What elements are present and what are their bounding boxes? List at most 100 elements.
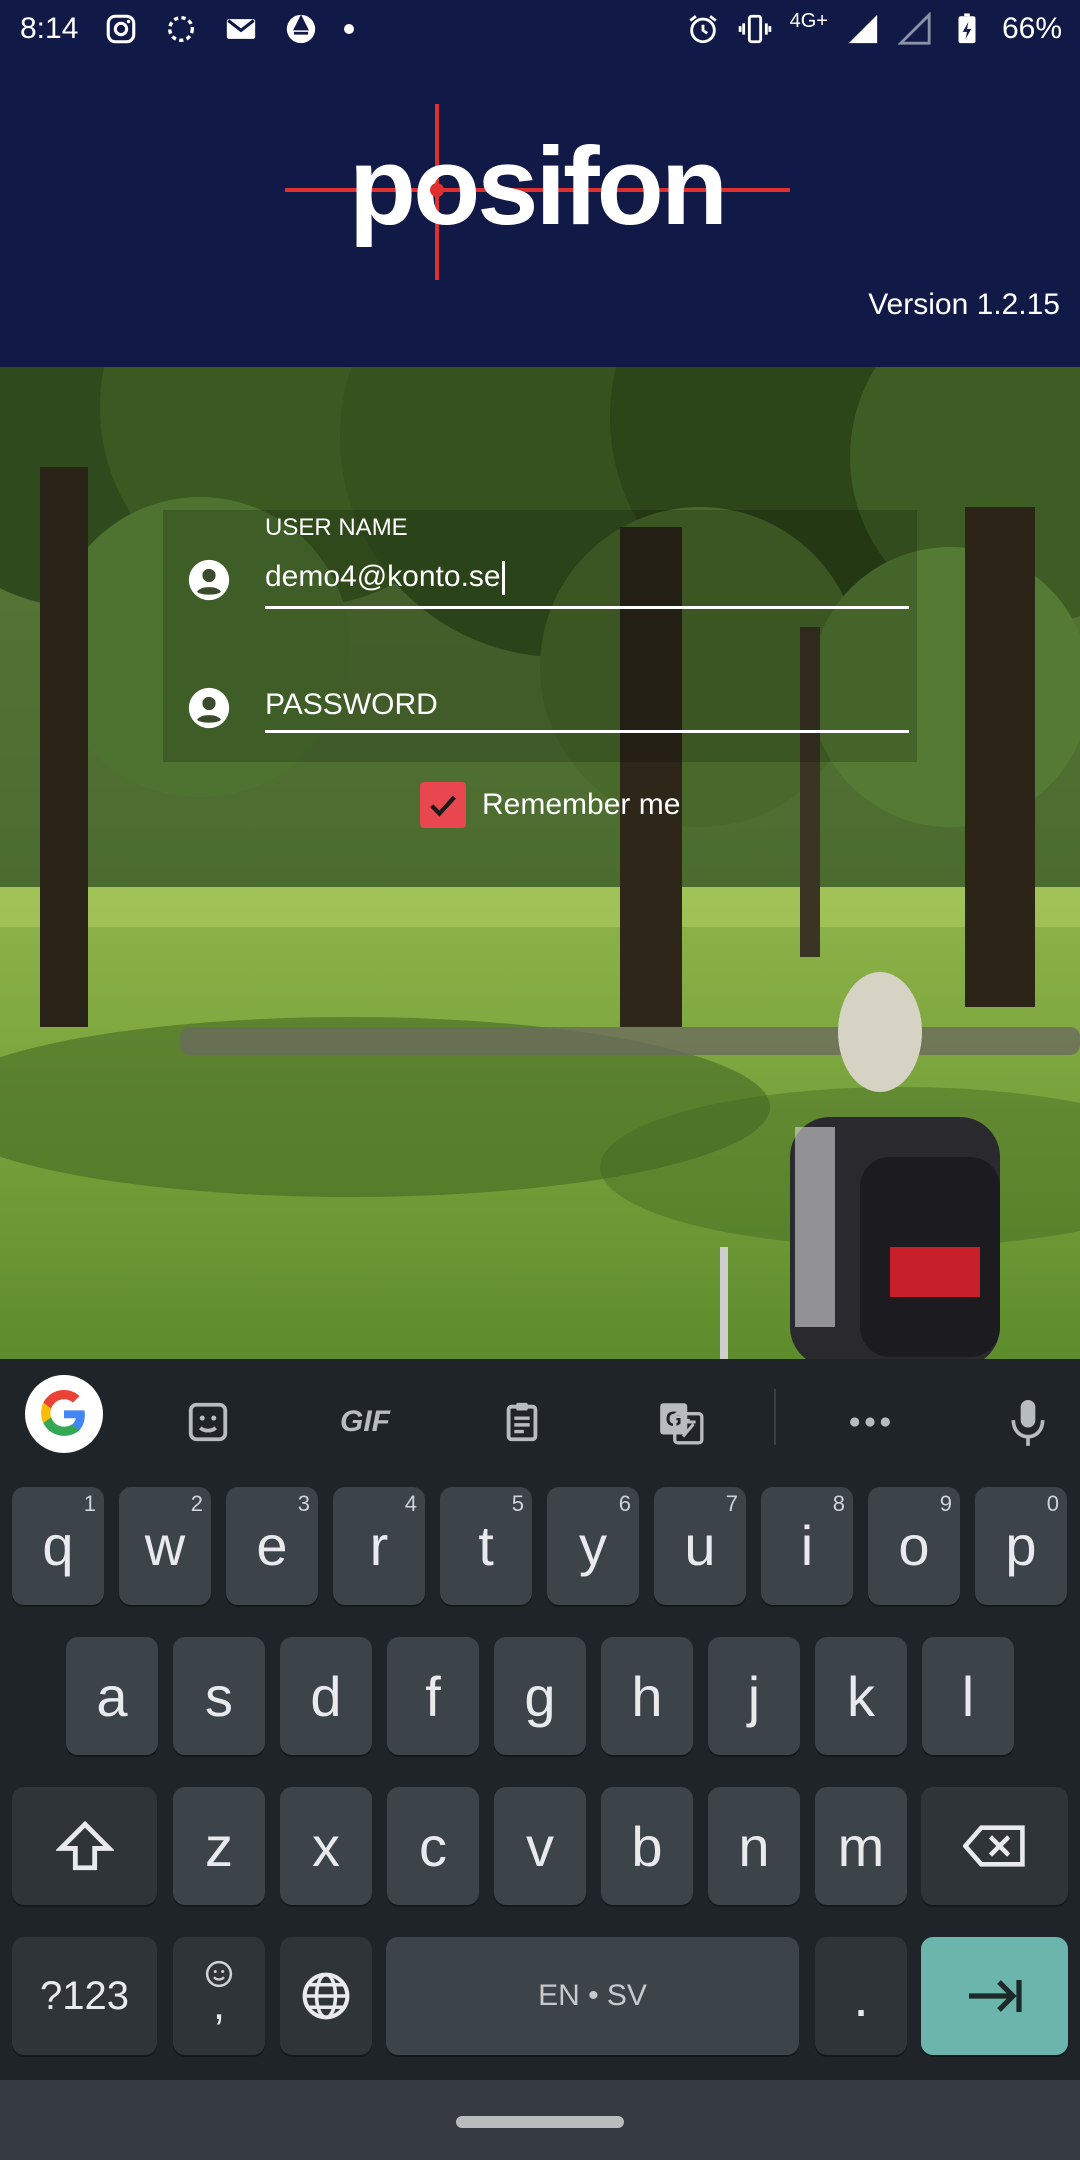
key-y[interactable]: y6 — [547, 1487, 639, 1605]
network-type: 4G+ — [789, 9, 828, 32]
key-g[interactable]: g — [494, 1637, 586, 1755]
shift-key[interactable] — [12, 1787, 157, 1905]
period-key[interactable]: . — [815, 1937, 907, 2055]
home-gesture-pill[interactable] — [456, 2116, 624, 2128]
key-s[interactable]: s — [173, 1637, 265, 1755]
shift-icon — [55, 1820, 114, 1871]
key-label: r — [369, 1514, 389, 1577]
key-label: q — [42, 1514, 74, 1577]
key-e[interactable]: e3 — [226, 1487, 318, 1605]
key-number-hint: 5 — [511, 1491, 524, 1516]
instagram-icon — [107, 14, 136, 44]
gmail-icon — [227, 19, 256, 39]
user-icon — [188, 559, 230, 601]
remember-me-label: Remember me — [482, 788, 681, 821]
login-form: USER NAME demo4@konto.se PASSWORD — [163, 510, 917, 762]
clipboard-icon[interactable] — [497, 1397, 547, 1447]
backspace-icon — [962, 1825, 1025, 1867]
key-label: y — [579, 1514, 607, 1577]
key-l[interactable]: l — [922, 1637, 1014, 1755]
keyboard-toolbar: GIF G — [0, 1359, 1080, 1474]
checkbox-checked[interactable] — [420, 782, 466, 828]
key-label: t — [478, 1514, 494, 1577]
key-label: u — [684, 1514, 716, 1577]
key-z[interactable]: z — [173, 1787, 265, 1905]
battery-percent: 66% — [1001, 12, 1062, 45]
key-b[interactable]: b — [601, 1787, 693, 1905]
key-number-hint: 8 — [832, 1491, 845, 1516]
key-h[interactable]: h — [601, 1637, 693, 1755]
signal-empty-icon — [897, 12, 931, 45]
next-key[interactable] — [921, 1937, 1068, 2055]
comma-key[interactable]: , — [173, 1937, 265, 2055]
alarm-icon — [688, 15, 717, 44]
password-input[interactable]: PASSWORD — [265, 688, 438, 722]
key-number-hint: 1 — [83, 1491, 96, 1516]
username-label: USER NAME — [265, 514, 408, 541]
key-number-hint: 2 — [190, 1491, 203, 1516]
check-icon — [430, 795, 456, 817]
comma-label: , — [212, 1980, 226, 2029]
mic-icon[interactable] — [1003, 1397, 1053, 1447]
toolbar-separator — [774, 1389, 776, 1445]
key-number-hint: 3 — [297, 1491, 310, 1516]
key-v[interactable]: v — [494, 1787, 586, 1905]
version-label: Version 1.2.15 — [868, 288, 1060, 321]
key-w[interactable]: w2 — [119, 1487, 211, 1605]
key-c[interactable]: c — [387, 1787, 479, 1905]
key-label: i — [800, 1514, 814, 1577]
key-number-hint: 4 — [404, 1491, 417, 1516]
battery-charging-icon — [958, 13, 976, 44]
posifon-logo: posifon — [285, 104, 790, 280]
loading-icon — [168, 15, 195, 43]
tab-next-icon — [968, 1980, 1022, 2012]
more-icon[interactable] — [845, 1397, 895, 1447]
signal-icon — [848, 14, 878, 44]
key-o[interactable]: o9 — [868, 1487, 960, 1605]
key-u[interactable]: u7 — [654, 1487, 746, 1605]
google-icon[interactable] — [25, 1375, 103, 1453]
password-underline — [265, 730, 909, 733]
shutter-icon — [287, 14, 316, 44]
status-bar: 8:14 4G+ 66% — [0, 0, 1080, 62]
key-f[interactable]: f — [387, 1637, 479, 1755]
text-cursor — [501, 561, 505, 596]
key-k[interactable]: k — [815, 1637, 907, 1755]
language-key[interactable] — [280, 1937, 372, 2055]
key-r[interactable]: r4 — [333, 1487, 425, 1605]
remember-me-checkbox[interactable]: Remember me — [420, 782, 680, 828]
key-number-hint: 0 — [1046, 1491, 1059, 1516]
key-p[interactable]: p0 — [975, 1487, 1067, 1605]
key-n[interactable]: n — [708, 1787, 800, 1905]
key-number-hint: 7 — [725, 1491, 738, 1516]
username-input[interactable]: demo4@konto.se — [265, 560, 505, 596]
key-q[interactable]: q1 — [12, 1487, 104, 1605]
username-underline — [265, 606, 909, 609]
key-label: w — [144, 1514, 186, 1577]
key-t[interactable]: t5 — [440, 1487, 532, 1605]
key-number-hint: 9 — [939, 1491, 952, 1516]
key-label: o — [898, 1514, 930, 1577]
key-x[interactable]: x — [280, 1787, 372, 1905]
gif-button[interactable]: GIF — [330, 1397, 400, 1447]
globe-icon — [302, 1972, 350, 2020]
key-d[interactable]: d — [280, 1637, 372, 1755]
backspace-key[interactable] — [921, 1787, 1068, 1905]
sticker-icon[interactable] — [183, 1397, 233, 1447]
key-a[interactable]: a — [66, 1637, 158, 1755]
logo-text: posifon — [349, 125, 725, 248]
status-time: 8:14 — [20, 12, 79, 45]
password-field[interactable]: PASSWORD — [163, 640, 917, 766]
key-label: e — [256, 1514, 288, 1577]
translate-icon[interactable]: G — [656, 1397, 706, 1447]
username-value: demo4@konto.se — [265, 560, 501, 593]
vibrate-icon — [738, 14, 771, 44]
app-header: posifon Version 1.2.15 — [0, 62, 1080, 367]
key-j[interactable]: j — [708, 1637, 800, 1755]
navigation-bar — [0, 2080, 1080, 2160]
symbols-key[interactable]: ?123 — [12, 1937, 157, 2055]
key-m[interactable]: m — [815, 1787, 907, 1905]
space-key[interactable]: EN • SV — [386, 1937, 799, 2055]
key-i[interactable]: i8 — [761, 1487, 853, 1605]
username-field[interactable]: USER NAME demo4@konto.se — [163, 510, 917, 636]
